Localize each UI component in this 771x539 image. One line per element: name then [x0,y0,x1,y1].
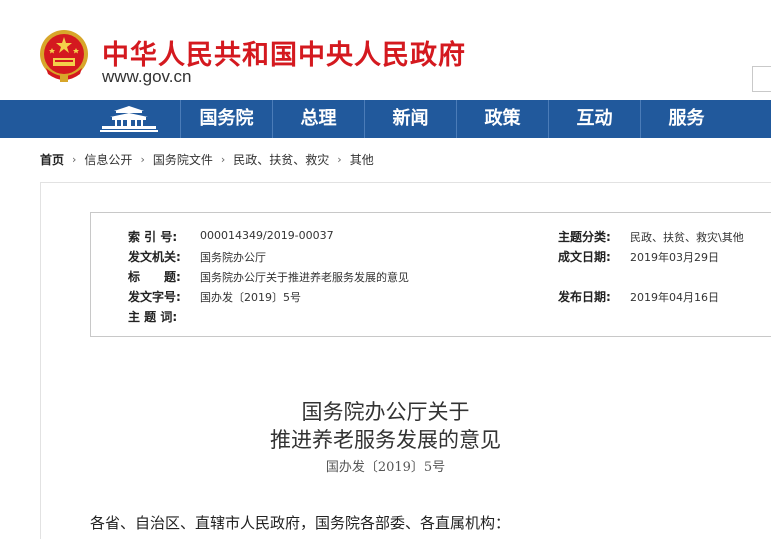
published-date-label: 发布日期: [558,290,611,304]
index-number-value: 000014349/2019-00037 [200,229,334,242]
breadcrumb-other[interactable]: 其他 [350,151,374,168]
issuer-label: 发文机关: [128,250,181,264]
title-label: 标 题: [128,270,181,284]
keywords-label: 主 题 词: [128,310,178,324]
chevron-right-icon: › [72,152,77,166]
document-title-line1: 国务院办公厅关于 [301,400,470,424]
document-number-value: 国办发〔2019〕5号 [200,291,301,304]
created-date-value: 2019年03月29日 [630,251,719,264]
nav-item-interaction[interactable]: 互动 [548,100,640,138]
chevron-right-icon: › [140,152,145,166]
national-emblem-icon[interactable] [38,28,90,84]
breadcrumb-info-disclosure[interactable]: 信息公开 [84,151,132,168]
category-value: 民政、扶贫、救灾\其他 [630,231,744,244]
document-title-line2: 推进养老服务发展的意见 [270,428,501,452]
nav-item-policy[interactable]: 政策 [456,100,548,138]
title-value: 国务院办公厅关于推进养老服务发展的意见 [200,271,409,284]
published-date-value: 2019年04月16日 [630,291,719,304]
index-number-label: 索 引 号: [128,230,178,244]
nav-item-state-council[interactable]: 国务院 [180,100,272,138]
tiananmen-logo-icon[interactable] [96,102,162,136]
document-number-label: 发文字号: [128,290,181,304]
search-input[interactable] [752,66,771,92]
nav-item-services[interactable]: 服务 [640,100,732,138]
site-url[interactable]: www.gov.cn [102,67,191,87]
nav-item-premier[interactable]: 总理 [272,100,364,138]
document-number: 国办发〔2019〕5号 [325,460,446,475]
nav-item-news[interactable]: 新闻 [364,100,456,138]
site-header: 中华人民共和国中央人民政府 www.gov.cn [0,0,771,100]
breadcrumb-state-council-docs[interactable]: 国务院文件 [153,151,213,168]
chevron-right-icon: › [220,152,226,166]
created-date-label: 成文日期: [558,250,611,264]
breadcrumb: 首页 › 信息公开 › 国务院文件 › 民政、扶贫、救灾 › 其他 [40,150,374,168]
breadcrumb-home[interactable]: 首页 [40,151,64,168]
chevron-right-icon: › [337,152,342,166]
category-label: 主题分类: [558,230,611,244]
document-addressee: 各省、自治区、直辖市人民政府，国务院各部委、各直属机构： [90,514,511,532]
issuer-value: 国务院办公厅 [200,251,266,264]
breadcrumb-civil-affairs[interactable]: 民政、扶贫、救灾 [233,151,329,168]
nav-menu: 国务院 总理 新闻 政策 互动 服务 [180,100,732,138]
